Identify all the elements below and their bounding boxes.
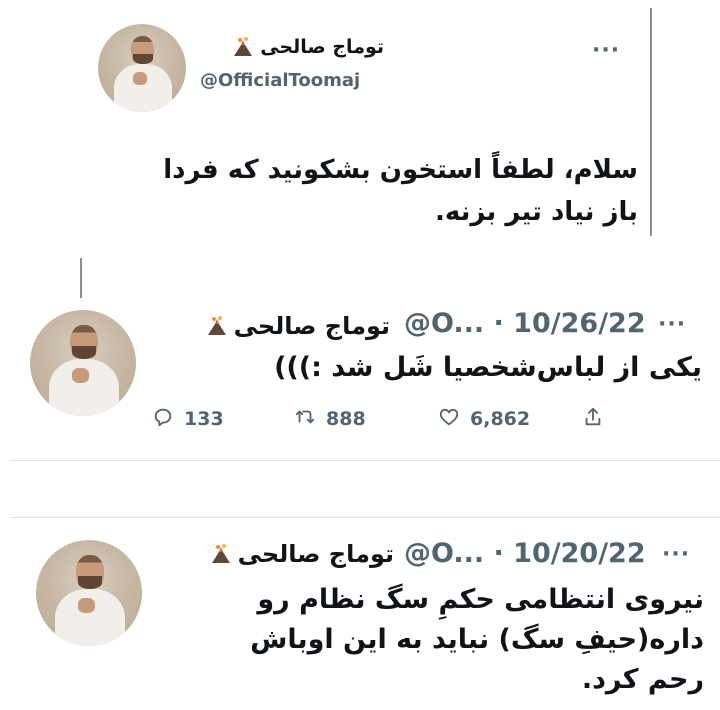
tweet-text-line-3: رحم کرد.	[581, 664, 704, 695]
avatar[interactable]	[36, 540, 142, 646]
tweet-text-line-1: نیروی انتظامی حکمِ سگ نظام رو	[257, 584, 704, 615]
author-name-row[interactable]: توماج صالحی	[210, 540, 394, 568]
retweet-icon	[294, 406, 316, 432]
thread-line	[650, 8, 652, 236]
like-count: 6,862	[470, 408, 531, 430]
volcano-icon	[206, 315, 228, 337]
share-button[interactable]	[582, 406, 604, 432]
volcano-icon	[210, 543, 232, 565]
more-icon[interactable]: ···	[592, 38, 620, 63]
avatar[interactable]	[30, 310, 136, 416]
avatar[interactable]	[98, 24, 186, 112]
reply-icon	[152, 406, 174, 432]
author-name[interactable]: توماج صالحی	[238, 540, 394, 568]
tweet-text-line-2: داره(حیفِ سگ) نباید به این اوباش	[250, 624, 704, 655]
like-icon	[438, 406, 460, 432]
divider	[10, 517, 720, 518]
retweet-count: 888	[326, 408, 366, 430]
tweet-text: یکی از لباس‌شخصیا شَل شد :)))	[274, 352, 702, 383]
handle-date[interactable]: @O... · 10/20/22	[404, 538, 646, 569]
handle-date[interactable]: @O... · 10/26/22	[404, 308, 646, 339]
divider	[10, 460, 720, 461]
like-button[interactable]: 6,862	[438, 406, 530, 432]
author-name[interactable]: توماج صالحی	[234, 312, 390, 340]
author-name-row[interactable]: توماج صالحی	[206, 312, 390, 340]
more-icon[interactable]: ···	[658, 312, 686, 337]
tweet-text-line-1: سلام، لطفاً استخون بشکونید که فردا	[163, 155, 638, 185]
author-name-row[interactable]: توماج صالحی	[232, 36, 384, 58]
more-icon[interactable]: ···	[662, 542, 690, 567]
retweet-button[interactable]: 888	[294, 406, 366, 432]
author-name[interactable]: توماج صالحی	[260, 36, 384, 58]
share-icon	[582, 406, 604, 432]
volcano-icon	[232, 36, 254, 58]
tweet-text-line-2: باز نیاد تیر بزنه.	[434, 197, 638, 227]
reply-button[interactable]: 133	[152, 406, 224, 432]
thread-connector	[80, 258, 82, 298]
reply-count: 133	[184, 408, 224, 430]
author-handle[interactable]: @OfficialToomaj	[200, 70, 360, 91]
